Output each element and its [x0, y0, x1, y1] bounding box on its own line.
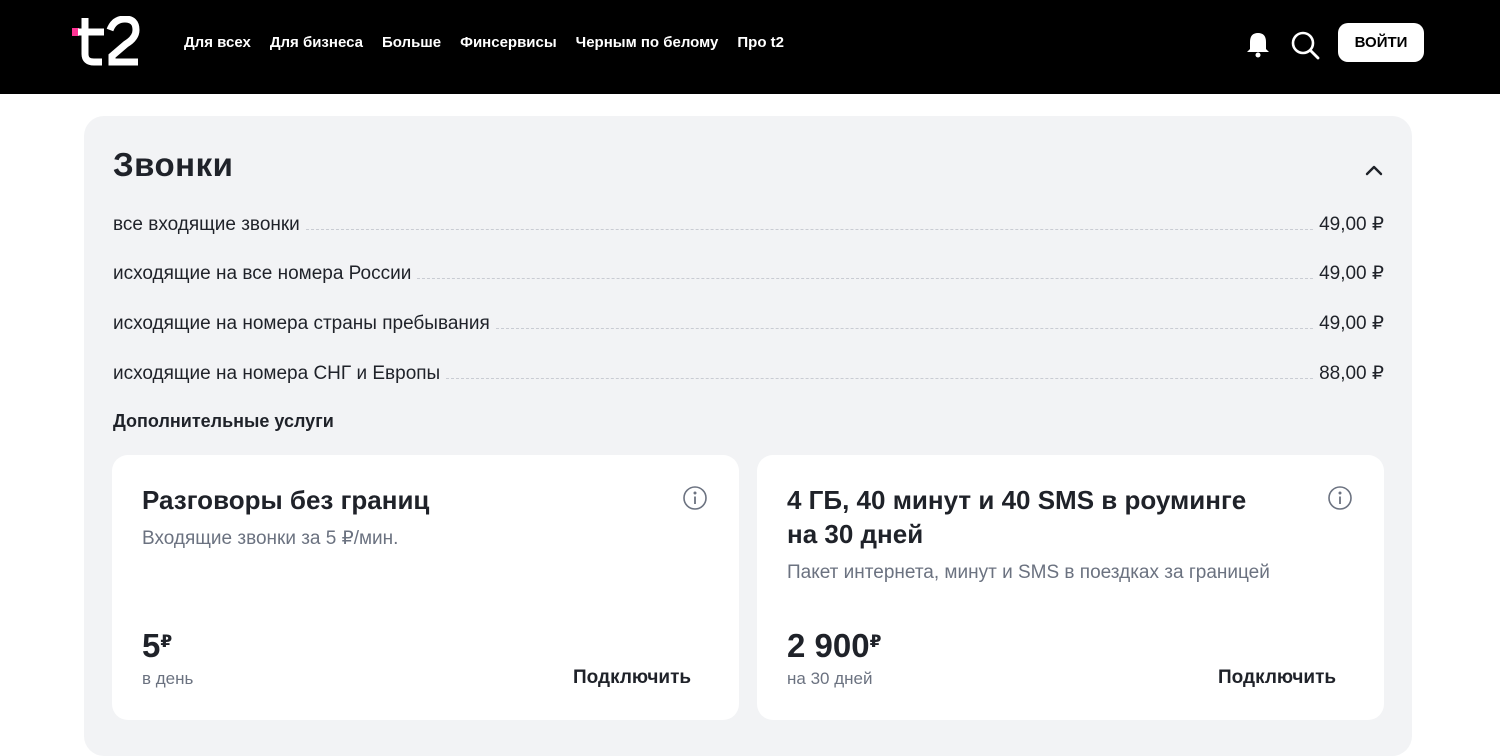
- card-title-line: 4 ГБ, 40 минут и 40 SMS в роуминге: [787, 485, 1247, 515]
- dotted-leader: [305, 229, 1314, 230]
- rate-row: исходящие на номера СНГ и Европы 88,00 ₽: [113, 361, 1384, 385]
- nav-item-for-all[interactable]: Для всех: [184, 33, 251, 53]
- dotted-leader: [495, 328, 1314, 329]
- card-title: Разговоры без границ: [142, 485, 430, 515]
- rate-price: 49,00 ₽: [1319, 313, 1384, 334]
- main-nav: Для всех Для бизнеса Больше Финсервисы Ч…: [184, 33, 803, 53]
- login-button[interactable]: ВОЙТИ: [1338, 23, 1424, 62]
- card-description: Входящие звонки за 5 ₽/мин.: [142, 528, 399, 549]
- rate-row: исходящие на все номера России 49,00 ₽: [113, 261, 1384, 285]
- card-period: на 30 дней: [787, 669, 873, 688]
- card-price: 5₽: [142, 627, 173, 664]
- rate-label: исходящие на все номера России: [113, 263, 412, 284]
- currency-sign: ₽: [869, 632, 882, 651]
- nav-item-black-on-white[interactable]: Черным по белому: [576, 33, 719, 53]
- rate-row: все входящие звонки 49,00 ₽: [113, 212, 1384, 236]
- chevron-up-icon[interactable]: [1364, 160, 1384, 180]
- nav-item-finservices[interactable]: Финсервисы: [460, 33, 557, 53]
- rate-label: исходящие на номера страны пребывания: [113, 313, 490, 334]
- section-title: Звонки: [113, 146, 234, 183]
- nav-item-business[interactable]: Для бизнеса: [270, 33, 363, 53]
- dotted-leader: [446, 378, 1314, 379]
- top-header: Для всех Для бизнеса Больше Финсервисы Ч…: [0, 0, 1500, 94]
- card-description: Пакет интернета, минут и SMS в поездках …: [787, 562, 1270, 583]
- service-card-roaming-pack: 4 ГБ, 40 минут и 40 SMS в роуминге на 30…: [757, 455, 1384, 720]
- bell-icon[interactable]: [1245, 30, 1271, 58]
- info-icon[interactable]: [1327, 485, 1353, 511]
- t2-logo[interactable]: [72, 16, 140, 66]
- search-icon[interactable]: [1290, 30, 1320, 60]
- rate-label: исходящие на номера СНГ и Европы: [113, 363, 441, 384]
- card-title-line: на 30 дней: [787, 519, 924, 549]
- nav-item-more[interactable]: Больше: [382, 33, 441, 53]
- card-period: в день: [142, 669, 194, 688]
- rate-price: 49,00 ₽: [1319, 263, 1384, 284]
- info-icon[interactable]: [682, 485, 708, 511]
- currency-sign: ₽: [160, 632, 173, 651]
- card-price: 2 900₽: [787, 627, 882, 664]
- card-title: 4 ГБ, 40 минут и 40 SMS в роуминге на 30…: [787, 483, 1246, 551]
- dotted-leader: [417, 278, 1314, 279]
- connect-button[interactable]: Подключить: [1218, 667, 1336, 689]
- extra-services-heading: Дополнительные услуги: [113, 411, 334, 431]
- rate-row: исходящие на номера страны пребывания 49…: [113, 311, 1384, 335]
- connect-button[interactable]: Подключить: [573, 667, 691, 689]
- rate-price: 88,00 ₽: [1319, 363, 1384, 384]
- service-card-unlimited-talk: Разговоры без границ Входящие звонки за …: [112, 455, 739, 720]
- rate-label: все входящие звонки: [113, 214, 300, 235]
- nav-item-about[interactable]: Про t2: [737, 33, 784, 53]
- rate-price: 49,00 ₽: [1319, 214, 1384, 235]
